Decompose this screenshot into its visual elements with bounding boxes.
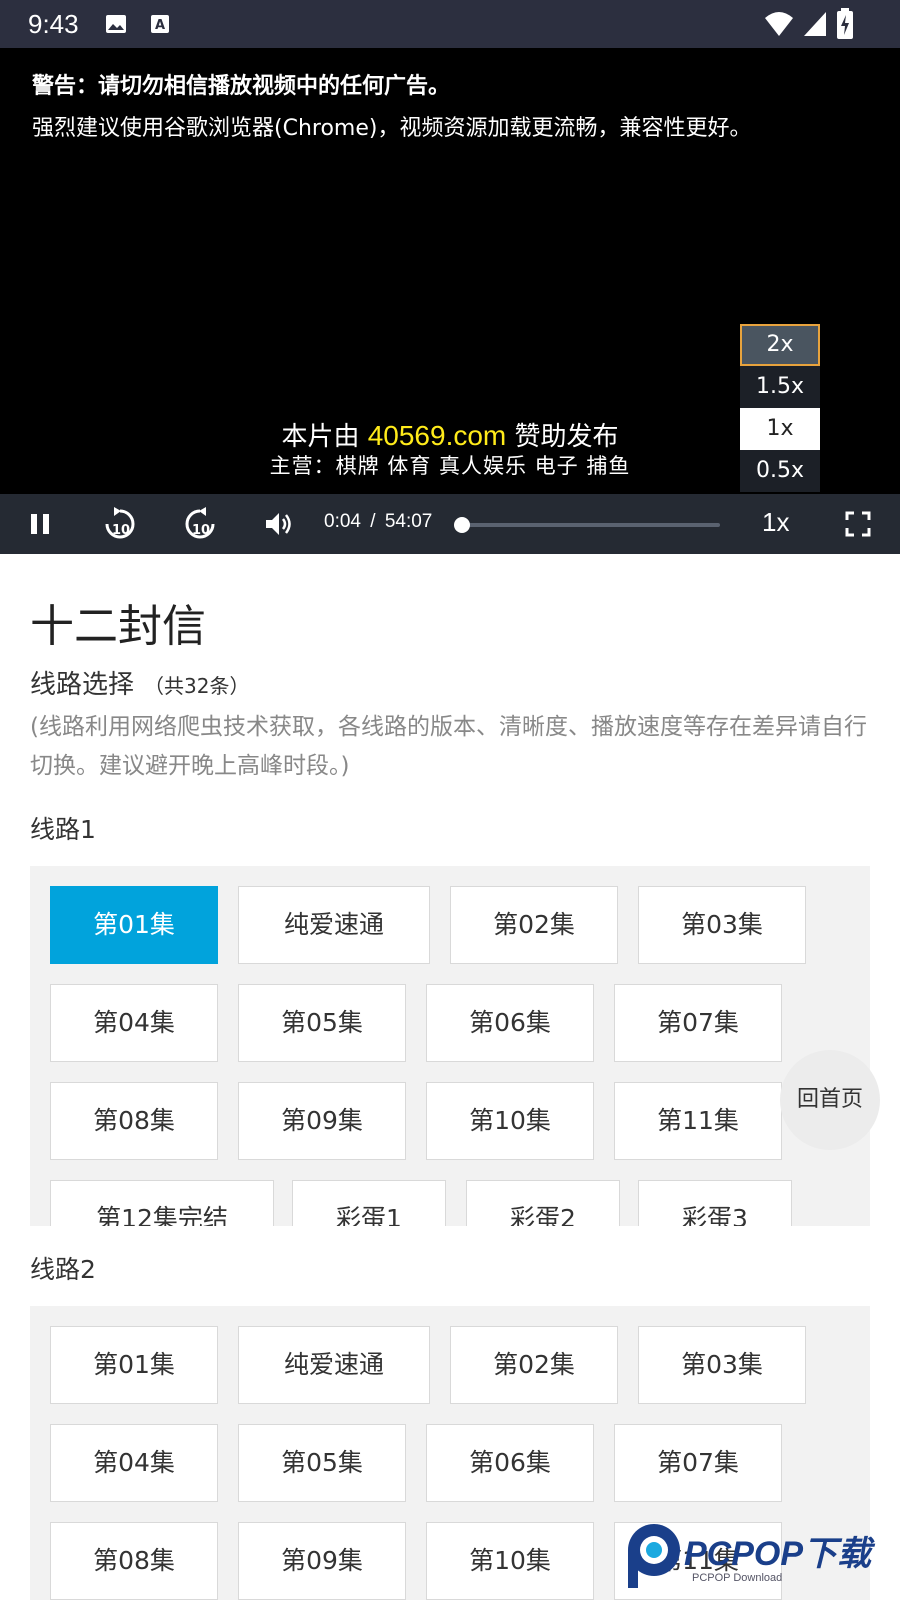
lines-notice: (线路利用网络爬虫技术获取，各线路的版本、清晰度、播放速度等存在差异请自行切换。… xyxy=(30,714,867,779)
watermark-sub: PCPOP Download xyxy=(692,1572,783,1584)
episode-button[interactable]: 第05集 xyxy=(238,1424,406,1502)
episode-button[interactable]: 彩蛋3 xyxy=(638,1180,792,1226)
sponsor-prefix: 本片由 xyxy=(281,422,360,452)
episode-button[interactable]: 第09集 xyxy=(238,1082,406,1160)
episode-button[interactable]: 第01集 xyxy=(50,1326,218,1404)
episode-button[interactable]: 第06集 xyxy=(426,984,594,1062)
route-title-2: 线路2 xyxy=(30,1255,96,1284)
sponsor-line2: 主营：棋牌 体育 真人娱乐 电子 捕鱼 xyxy=(269,454,631,478)
progress-knob[interactable] xyxy=(454,517,471,533)
wifi-icon xyxy=(765,12,793,36)
episode-button[interactable]: 彩蛋1 xyxy=(292,1180,446,1226)
video-player[interactable]: 警告：请切勿相信播放视频中的任何广告。 强烈建议使用谷歌浏览器(Chrome)，… xyxy=(0,48,900,554)
episode-button[interactable]: 第10集 xyxy=(426,1522,594,1600)
back-home-button[interactable]: 回首页 xyxy=(780,1050,880,1150)
sponsor-site: 40569.com xyxy=(367,420,507,451)
progress-bar[interactable] xyxy=(460,523,720,527)
episode-button[interactable]: 第08集 xyxy=(50,1082,218,1160)
signal-icon xyxy=(804,12,826,36)
volume-icon[interactable] xyxy=(262,508,294,540)
episode-button[interactable]: 第11集 xyxy=(614,1082,782,1160)
episode-button[interactable]: 第01集 xyxy=(50,886,218,964)
episode-button[interactable]: 彩蛋2 xyxy=(466,1180,620,1226)
battery-icon xyxy=(837,8,853,39)
route-title-1: 线路1 xyxy=(30,815,96,844)
image-notification-icon xyxy=(106,15,126,33)
fullscreen-icon[interactable] xyxy=(844,510,872,538)
svg-text:A: A xyxy=(155,18,165,33)
status-bar: 9:43 A xyxy=(0,0,900,48)
sponsor-caption: 本片由 40569.com 赞助发布 xyxy=(0,416,900,453)
episode-button[interactable]: 第06集 xyxy=(426,1424,594,1502)
lines-label: 线路选择 xyxy=(30,670,135,700)
forward-10-icon[interactable]: 10 xyxy=(182,506,218,542)
pcpop-logo-icon xyxy=(628,1524,680,1588)
episode-button[interactable]: 第12集完结 xyxy=(50,1180,274,1226)
warning-text: 强烈建议使用谷歌浏览器(Chrome)，视频资源加载更流畅，兼容性更好。 xyxy=(32,116,752,141)
episode-button[interactable]: 第07集 xyxy=(614,984,782,1062)
time-separator: / xyxy=(370,511,376,532)
rewind-10-icon[interactable]: 10 xyxy=(102,506,138,542)
episode-button[interactable]: 第02集 xyxy=(450,886,618,964)
watermark-brand: PCPOP下载 xyxy=(684,1535,872,1573)
episode-button[interactable]: 第10集 xyxy=(426,1082,594,1160)
duration: 54:07 xyxy=(384,511,433,532)
time-display: 0:04 / 54:07 xyxy=(324,511,432,533)
lines-count: （共32条） xyxy=(144,674,250,698)
warning-title: 警告：请切勿相信播放视频中的任何广告。 xyxy=(32,74,451,99)
speed-button[interactable]: 1x xyxy=(762,507,789,538)
episode-button[interactable]: 纯爱速通 xyxy=(238,886,430,964)
episode-button[interactable]: 第09集 xyxy=(238,1522,406,1600)
episode-button[interactable]: 第03集 xyxy=(638,886,806,964)
episode-button[interactable]: 第04集 xyxy=(50,984,218,1062)
speed-option-2x[interactable]: 2x xyxy=(740,324,820,366)
svg-text:10: 10 xyxy=(112,523,130,538)
current-time: 0:04 xyxy=(324,511,361,532)
episode-button[interactable]: 第03集 xyxy=(638,1326,806,1404)
watermark-logo: PCPOP下载 PCPOP Download xyxy=(622,1520,900,1600)
episode-panel-1: 第01集 纯爱速通 第02集 第03集第04集 第05集 第06集 第07集第08集 第09集… xyxy=(30,866,870,1226)
pause-icon[interactable] xyxy=(24,508,56,540)
episode-button[interactable]: 第04集 xyxy=(50,1424,218,1502)
episode-button[interactable]: 第05集 xyxy=(238,984,406,1062)
speed-option-1-5x[interactable]: 1.5x xyxy=(740,366,820,408)
player-controls: 10 10 0:04 / 54:07 1x xyxy=(0,494,900,554)
svg-text:10: 10 xyxy=(192,523,210,538)
status-time: 9:43 xyxy=(28,9,79,39)
font-notification-icon: A xyxy=(151,15,169,33)
episode-button[interactable]: 第02集 xyxy=(450,1326,618,1404)
sponsor-suffix: 赞助发布 xyxy=(514,422,619,452)
episode-button[interactable]: 纯爱速通 xyxy=(238,1326,430,1404)
lines-header: 线路选择 （共32条） xyxy=(30,664,249,701)
episode-button[interactable]: 第07集 xyxy=(614,1424,782,1502)
episode-button[interactable]: 第08集 xyxy=(50,1522,218,1600)
show-title: 十二封信 xyxy=(30,601,206,652)
